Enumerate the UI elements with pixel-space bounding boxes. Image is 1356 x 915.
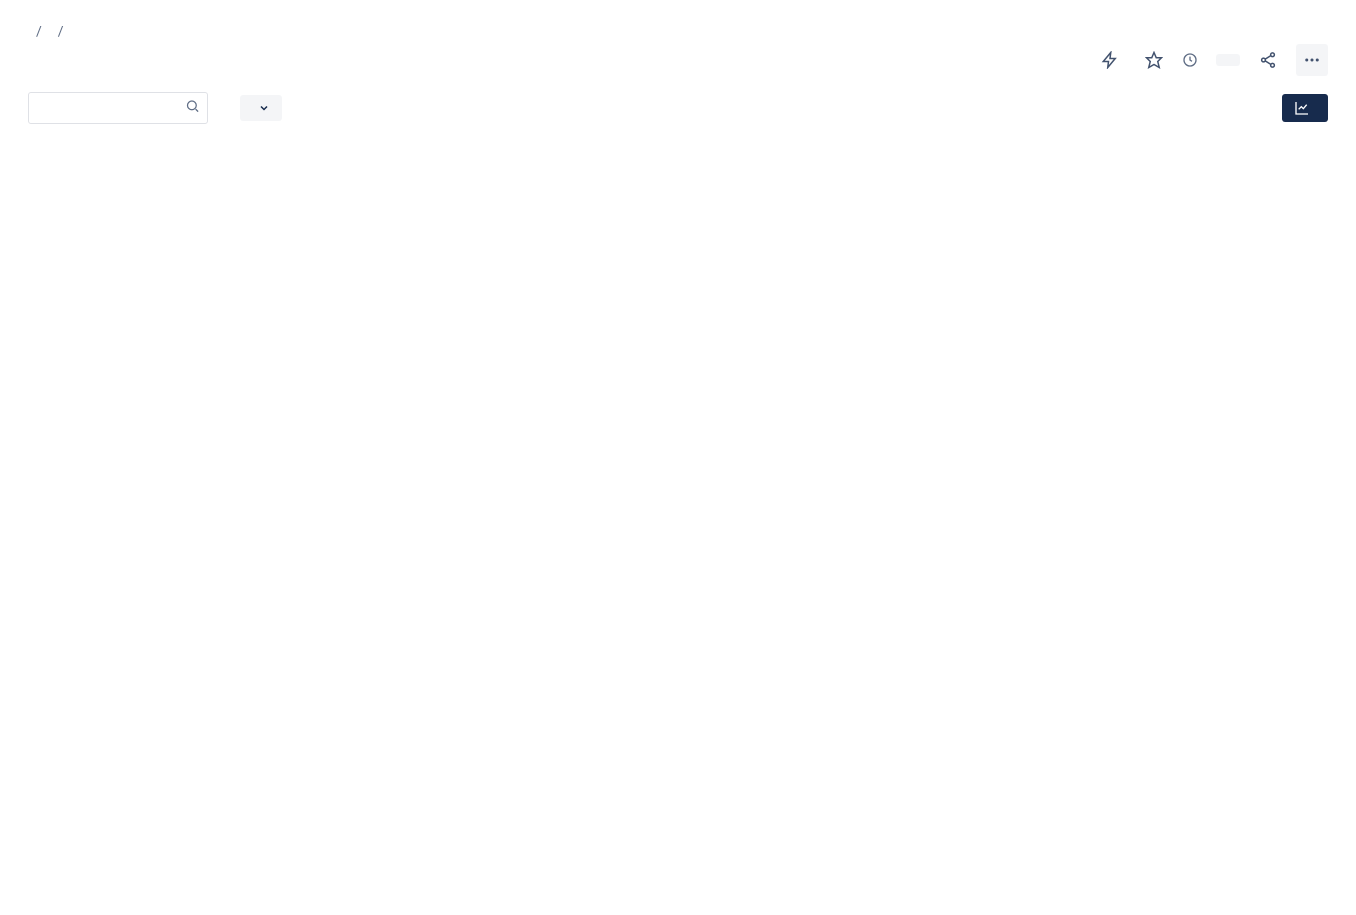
breadcrumb-sep: / — [58, 24, 64, 40]
insights-icon — [1294, 100, 1310, 116]
clock-icon — [1182, 52, 1198, 68]
search-input[interactable] — [28, 92, 208, 124]
header-actions — [1094, 44, 1328, 76]
share-icon[interactable] — [1252, 44, 1284, 76]
time-remaining — [1182, 52, 1204, 68]
search-box — [28, 92, 208, 124]
page-header — [28, 44, 1328, 76]
star-icon[interactable] — [1138, 44, 1170, 76]
more-icon[interactable] — [1296, 44, 1328, 76]
toolbar — [28, 92, 1328, 124]
complete-sprint-button[interactable] — [1216, 54, 1240, 66]
chevron-down-icon — [258, 102, 270, 114]
search-icon — [185, 99, 200, 118]
breadcrumb-sep: / — [36, 24, 42, 40]
insights-button[interactable] — [1282, 94, 1328, 122]
automation-icon[interactable] — [1094, 44, 1126, 76]
breadcrumb: / / — [28, 24, 1328, 40]
quick-filters-button[interactable] — [240, 95, 282, 121]
